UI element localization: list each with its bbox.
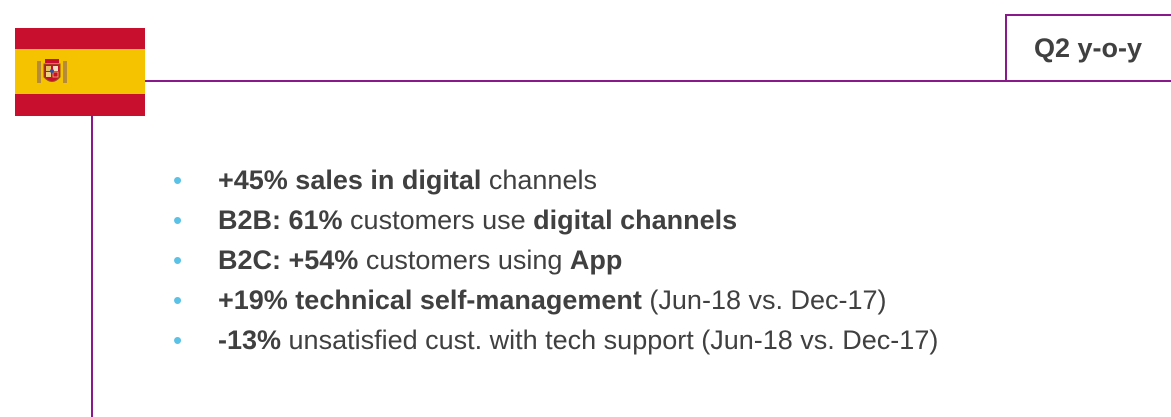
slide: Q2 y-o-y • +45% sales in digital channels… xyxy=(0,0,1171,417)
bullet-dot-icon: • xyxy=(173,285,183,315)
period-label: Q2 y-o-y xyxy=(1033,32,1143,63)
flag-stripe-red-top xyxy=(15,28,145,49)
bullet-dot-icon: • xyxy=(173,205,183,235)
bullet-dot-icon: • xyxy=(173,245,183,275)
kpi-bullet-list: • +45% sales in digital channels • B2B: 61… xyxy=(170,160,938,360)
spain-flag-icon xyxy=(15,28,145,116)
kpi-bullet-item: • +19% technical self-management (Jun-18 … xyxy=(170,280,938,320)
kpi-bullet-item: • B2C: +54% customers using App xyxy=(170,240,938,280)
kpi-bullet-item: • B2B: 61% customers use digital channels xyxy=(170,200,938,240)
flag-stripe-red-bottom xyxy=(15,94,145,116)
period-box: Q2 y-o-y xyxy=(1005,14,1171,80)
kpi-bullet-item: • -13% unsatisfied cust. with tech suppor… xyxy=(170,320,938,360)
bullet-dot-icon: • xyxy=(173,165,183,195)
kpi-bullet-item: • +45% sales in digital channels xyxy=(170,160,938,200)
header-divider xyxy=(145,80,1171,82)
bullet-dot-icon: • xyxy=(173,325,183,355)
side-divider xyxy=(91,116,93,417)
coat-of-arms-icon xyxy=(37,59,67,83)
